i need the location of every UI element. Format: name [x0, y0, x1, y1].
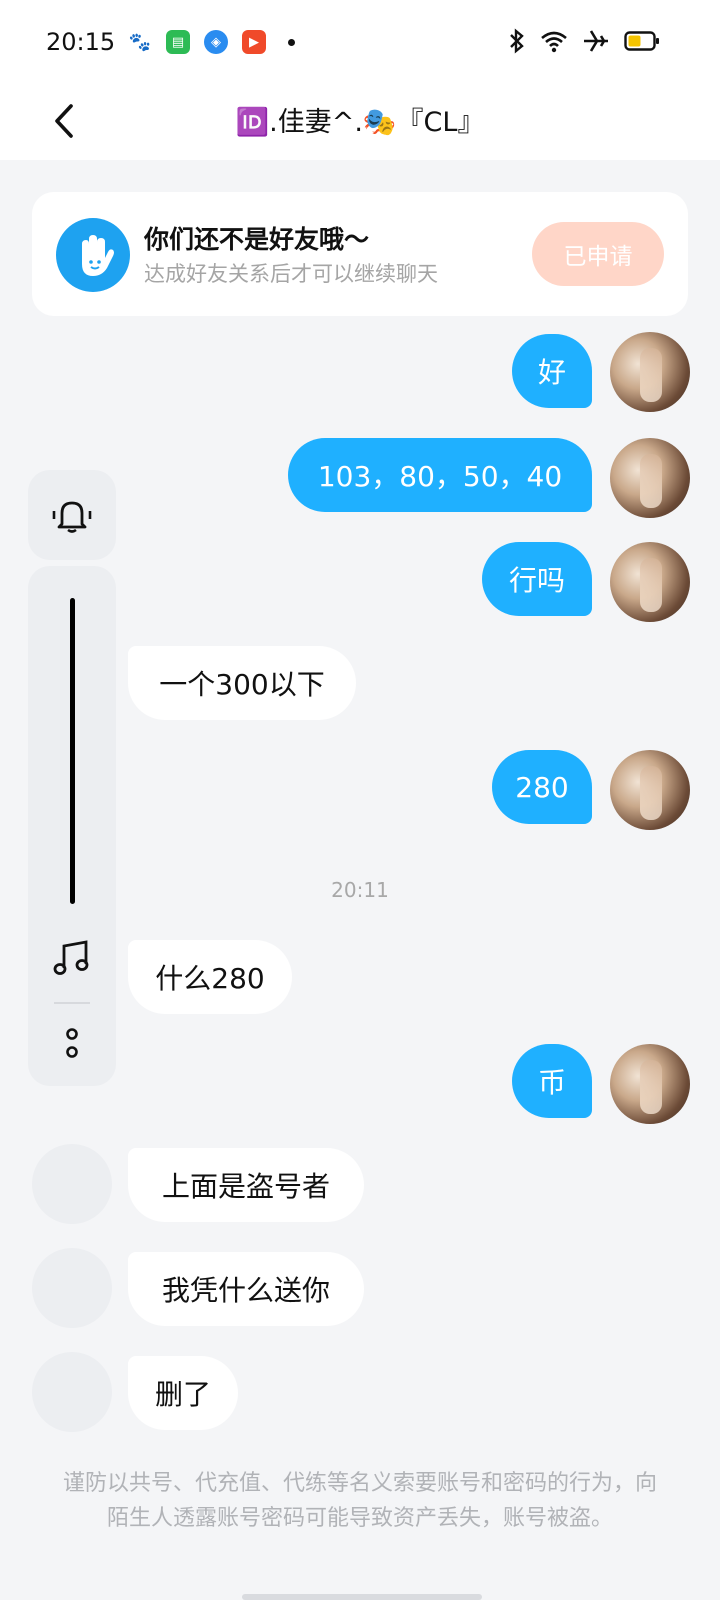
contact-avatar[interactable] [32, 1352, 112, 1432]
hand-wave-icon [56, 218, 130, 292]
more-notifications-dot [288, 38, 295, 46]
battery-icon [624, 31, 659, 51]
side-tool-panel [28, 566, 116, 1086]
my-avatar[interactable] [610, 1044, 690, 1124]
message-bubble-outgoing[interactable]: 行吗 [482, 542, 592, 616]
chat-title: 🆔.佳妻^.🎭『CL』 [235, 107, 485, 138]
baidu-paw-icon: 🐾 [128, 31, 152, 53]
airplane-mode-icon [584, 30, 608, 52]
contact-avatar[interactable] [32, 1144, 112, 1224]
side-panel-divider [54, 1002, 90, 1004]
notification-icons: 🐾 ▤ ◈ ▶ [128, 30, 295, 54]
my-avatar[interactable] [610, 542, 690, 622]
message-bubble-incoming[interactable]: 删了 [128, 1356, 238, 1430]
status-time: 20:15 [46, 28, 116, 56]
my-avatar[interactable] [610, 332, 690, 412]
more-vertical-icon[interactable] [62, 1026, 82, 1062]
message-bubble-incoming[interactable]: 上面是盗号者 [128, 1148, 364, 1222]
volume-slider[interactable] [70, 598, 75, 904]
system-icons [508, 28, 660, 54]
my-avatar[interactable] [610, 438, 690, 518]
applied-button[interactable]: 已申请 [532, 222, 664, 286]
video-play-icon: ▶ [242, 30, 266, 54]
bluetooth-icon [510, 28, 524, 54]
notification-toggle[interactable] [28, 470, 116, 560]
not-friends-subtitle: 达成好友关系后才可以继续聊天 [144, 262, 438, 286]
message-bubble-incoming[interactable]: 一个300以下 [128, 646, 356, 720]
message-bubble-incoming[interactable]: 我凭什么送你 [128, 1252, 364, 1326]
bell-icon [52, 501, 92, 533]
home-indicator[interactable] [242, 1594, 482, 1600]
message-bubble-outgoing[interactable]: 币 [512, 1044, 592, 1118]
not-friends-title: 你们还不是好友哦～ [144, 225, 370, 254]
my-avatar[interactable] [610, 750, 690, 830]
message-bubble-incoming[interactable]: 什么280 [128, 940, 292, 1014]
not-friends-card: 你们还不是好友哦～ 达成好友关系后才可以继续聊天 已申请 [32, 192, 688, 316]
security-warning: 谨防以共号、代充值、代练等名义索要账号和密码的行为，向陌生人透露账号密码可能导致… [62, 1471, 657, 1531]
wifi-icon [541, 31, 567, 53]
contact-avatar[interactable] [32, 1248, 112, 1328]
browser-compass-icon: ◈ [204, 30, 228, 54]
message-bubble-outgoing[interactable]: 103，80，50，40 [288, 438, 592, 512]
message-bubble-outgoing[interactable]: 280 [492, 750, 592, 824]
message-bubble-outgoing[interactable]: 好 [512, 334, 592, 408]
chat-header: 🆔.佳妻^.🎭『CL』 [0, 86, 720, 160]
store-bag-icon: ▤ [166, 30, 190, 54]
message-timestamp: 20:11 [331, 878, 389, 902]
status-bar: 20:15 🐾 ▤ ◈ ▶ [0, 0, 720, 86]
music-note-icon[interactable] [50, 936, 94, 980]
